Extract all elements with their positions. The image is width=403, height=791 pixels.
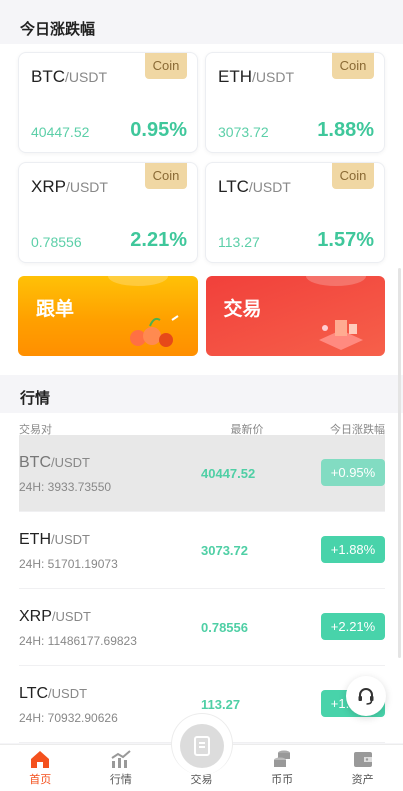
coin-tag: Coin: [332, 163, 374, 189]
headset-icon: [358, 688, 374, 705]
coin-change: 2.21%: [130, 229, 187, 251]
tab-assets-label: 资产: [351, 774, 374, 786]
customer-service-button[interactable]: [346, 676, 386, 716]
row-volume: 24H: 3933.73550: [19, 480, 112, 494]
row-pair: LTC/USDT: [19, 685, 87, 703]
coins-stack-icon: [274, 750, 291, 767]
coin-pair: XRP/USDT: [31, 177, 108, 197]
row-quote: /USDT: [51, 455, 90, 470]
scrollbar[interactable]: [398, 268, 401, 658]
coin-base: BTC: [31, 67, 65, 86]
follow-banner-label: 跟单: [36, 299, 75, 320]
row-volume: 24H: 70932.90626: [19, 711, 118, 725]
col-change-header: 今日涨跌幅: [330, 424, 385, 436]
row-price: 3073.72: [201, 543, 248, 558]
tab-home[interactable]: 首页: [0, 745, 81, 791]
row-change-badge: +0.95%: [321, 459, 385, 486]
coin-quote: /USDT: [252, 69, 294, 85]
row-price: 113.27: [201, 697, 241, 712]
order-book-icon: [194, 736, 210, 756]
row-quote: /USDT: [51, 532, 90, 547]
row-price: 0.78556: [201, 620, 248, 635]
row-base: ETH: [19, 531, 51, 548]
row-change-badge: +1.88%: [321, 536, 385, 563]
row-base: BTC: [19, 454, 51, 471]
coin-price: 113.27: [218, 234, 260, 250]
row-price: 40447.52: [201, 466, 256, 481]
market-header: 交易对 最新价 今日涨跌幅: [0, 413, 403, 436]
market-chart-icon: [111, 750, 131, 768]
coin-pair: ETH/USDT: [218, 67, 294, 87]
tab-assets[interactable]: 资产: [322, 745, 403, 791]
coin-quote: /USDT: [65, 69, 107, 85]
row-pair: XRP/USDT: [19, 608, 91, 626]
row-volume: 24H: 51701.19073: [19, 557, 118, 571]
tab-coin[interactable]: 币币: [242, 745, 323, 791]
tab-home-label: 首页: [29, 774, 52, 786]
market-list: BTC/USDT 24H: 3933.73550 40447.52 +0.95%…: [0, 435, 403, 743]
row-quote: /USDT: [51, 609, 91, 624]
market-row-xrp[interactable]: XRP/USDT 24H: 11486177.69823 0.78556 +2.…: [19, 589, 385, 666]
today-change-title: 今日涨跌幅: [0, 0, 403, 44]
fruit-illustration-icon: [129, 315, 179, 347]
row-pair: BTC/USDT: [19, 454, 90, 472]
row-change-badge: +2.21%: [321, 613, 385, 640]
coin-pair: BTC/USDT: [31, 67, 107, 87]
market-title: 行情: [0, 375, 403, 413]
tab-coin-label: 币币: [271, 774, 294, 786]
tab-market[interactable]: 行情: [81, 745, 162, 791]
coin-card-btc[interactable]: Coin BTC/USDT 40447.52 0.95%: [18, 52, 198, 153]
follow-banner[interactable]: 跟单: [18, 276, 198, 356]
coin-change: 1.57%: [317, 229, 374, 251]
col-price-header: 最新价: [230, 424, 264, 436]
market-row-btc[interactable]: BTC/USDT 24H: 3933.73550 40447.52 +0.95%: [19, 435, 385, 512]
trade-banner[interactable]: 交易: [205, 276, 385, 356]
coin-change: 0.95%: [130, 119, 187, 141]
tab-market-label: 行情: [109, 774, 132, 786]
row-volume: 24H: 11486177.69823: [19, 634, 137, 648]
row-base: LTC: [19, 685, 49, 702]
coin-tag: Coin: [145, 53, 187, 79]
coin-tag: Coin: [332, 53, 374, 79]
market-row-eth[interactable]: ETH/USDT 24H: 51701.19073 3073.72 +1.88%: [19, 512, 385, 589]
coin-price: 40447.52: [31, 124, 90, 140]
coin-card-eth[interactable]: Coin ETH/USDT 3073.72 1.88%: [205, 52, 385, 153]
coin-quote: /USDT: [248, 179, 291, 195]
coin-change: 1.88%: [317, 119, 374, 141]
coin-card-xrp[interactable]: Coin XRP/USDT 0.78556 2.21%: [18, 162, 198, 263]
coin-pair: LTC/USDT: [218, 177, 291, 197]
wallet-icon: [353, 752, 372, 767]
coin-price: 3073.72: [218, 124, 269, 140]
cloud-decoration: [108, 276, 168, 286]
col-pair-header: 交易对: [19, 424, 52, 436]
coin-price: 0.78556: [31, 234, 82, 250]
home-icon: [31, 751, 50, 768]
center-trade-button[interactable]: [180, 724, 224, 768]
row-pair: ETH/USDT: [19, 531, 90, 549]
coin-base: LTC: [218, 177, 249, 196]
coin-cards: Coin BTC/USDT 40447.52 0.95% Coin ETH/US…: [0, 44, 403, 263]
coin-tag: Coin: [145, 163, 187, 189]
coin-base: ETH: [218, 67, 252, 86]
coin-base: XRP: [31, 177, 66, 196]
row-quote: /USDT: [48, 686, 88, 701]
cloud-decoration: [305, 276, 366, 286]
row-base: XRP: [19, 608, 52, 625]
trading-illustration-icon: [319, 320, 363, 350]
banner-row: 跟单 交易: [0, 263, 403, 375]
coin-quote: /USDT: [65, 179, 108, 195]
coin-card-ltc[interactable]: Coin LTC/USDT 113.27 1.57%: [205, 162, 385, 263]
trade-banner-label: 交易: [223, 299, 262, 320]
